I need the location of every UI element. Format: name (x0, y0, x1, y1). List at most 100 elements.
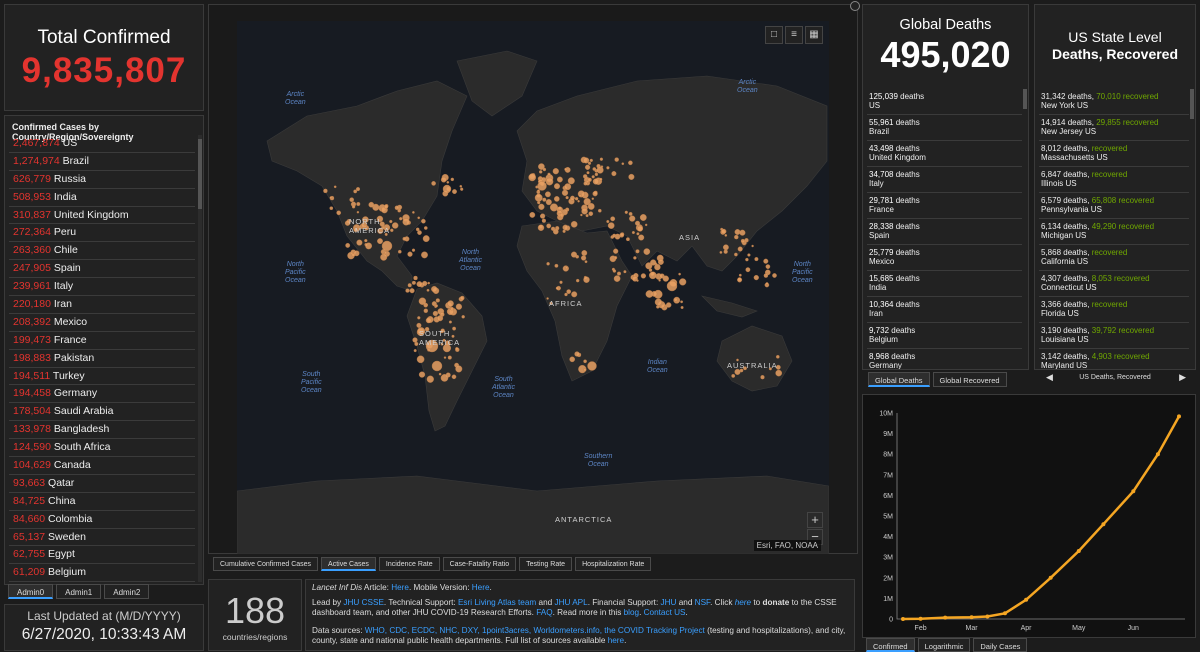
case-bubble[interactable] (426, 288, 430, 292)
case-bubble[interactable] (592, 178, 600, 185)
case-bubble[interactable] (459, 184, 463, 188)
case-bubble[interactable] (763, 273, 769, 278)
case-bubble[interactable] (585, 214, 589, 218)
data-point[interactable] (1155, 452, 1160, 457)
list-item[interactable]: 239,961 Italy (9, 278, 195, 297)
case-bubble[interactable] (565, 196, 569, 200)
case-bubble[interactable] (417, 230, 422, 235)
case-bubble[interactable] (417, 216, 420, 220)
case-bubble[interactable] (657, 259, 664, 265)
case-bubble[interactable] (448, 320, 452, 324)
case-bubble[interactable] (564, 183, 572, 191)
case-bubble[interactable] (585, 164, 591, 170)
list-item[interactable]: 15,685 deaths India (867, 271, 1022, 297)
case-bubble[interactable] (734, 234, 739, 240)
list-item[interactable]: 247,905 Spain (9, 260, 195, 279)
list-item[interactable]: 55,961 deaths Brazil (867, 115, 1022, 141)
jhu-apl-link[interactable]: JHU APL (554, 598, 587, 607)
case-bubble[interactable] (612, 269, 617, 273)
tab-case-fatality[interactable]: Case-Fatality Ratio (442, 557, 517, 571)
case-bubble[interactable] (450, 177, 455, 182)
case-bubble[interactable] (447, 355, 452, 360)
case-bubble[interactable] (537, 189, 540, 192)
case-bubble[interactable] (380, 253, 388, 261)
bookmark-icon[interactable]: □ (765, 26, 783, 44)
case-bubble[interactable] (561, 189, 569, 196)
faq-link[interactable]: FAQ (536, 608, 552, 617)
case-bubble[interactable] (654, 263, 661, 271)
list-item[interactable]: 1,274,974 Brazil (9, 153, 195, 171)
case-bubble[interactable] (599, 157, 603, 161)
case-bubble[interactable] (537, 181, 547, 191)
case-bubble[interactable] (744, 238, 749, 243)
case-bubble[interactable] (635, 220, 641, 226)
case-bubble[interactable] (546, 262, 550, 266)
list-item[interactable]: 28,338 deaths Spain (867, 219, 1022, 245)
blog-link[interactable]: blog (624, 608, 639, 617)
mobile-link[interactable]: Here (472, 583, 490, 592)
case-bubble[interactable] (539, 170, 543, 174)
case-bubble[interactable] (542, 197, 547, 202)
list-item[interactable]: 272,364 Peru (9, 224, 195, 243)
us-scrollbar[interactable] (1190, 89, 1194, 119)
case-bubble[interactable] (760, 375, 765, 380)
case-bubble[interactable] (407, 251, 413, 257)
case-bubble[interactable] (417, 316, 421, 320)
case-bubble[interactable] (606, 166, 610, 170)
case-bubble[interactable] (364, 239, 368, 243)
case-bubble[interactable] (554, 183, 561, 190)
case-bubble[interactable] (581, 250, 588, 256)
case-bubble[interactable] (422, 280, 428, 287)
case-bubble[interactable] (544, 191, 551, 198)
list-item[interactable]: 10,364 deaths Iran (867, 297, 1022, 323)
case-bubble[interactable] (435, 298, 440, 303)
case-bubble[interactable] (583, 181, 588, 186)
data-point[interactable] (1024, 597, 1029, 602)
case-bubble[interactable] (591, 175, 595, 179)
case-bubble[interactable] (423, 226, 428, 230)
list-item[interactable]: 208,392 Mexico (9, 314, 195, 332)
case-bubble[interactable] (431, 181, 436, 186)
list-item[interactable]: 310,837 United Kingdom (9, 207, 195, 225)
case-bubble[interactable] (662, 275, 669, 282)
case-bubble[interactable] (643, 248, 651, 255)
case-bubble[interactable] (574, 351, 580, 357)
case-bubble[interactable] (460, 187, 464, 191)
article-link[interactable]: Here (391, 583, 409, 592)
case-bubble[interactable] (547, 172, 551, 176)
case-bubble[interactable] (439, 312, 445, 317)
tab-admin1[interactable]: Admin1 (56, 584, 102, 599)
next-arrow-icon[interactable]: ▶ (1179, 372, 1186, 383)
case-bubble[interactable] (562, 229, 566, 233)
case-bubble[interactable] (323, 188, 328, 194)
case-bubble[interactable] (577, 199, 580, 203)
data-point[interactable] (943, 615, 948, 620)
case-bubble[interactable] (391, 222, 399, 229)
case-bubble[interactable] (455, 303, 463, 310)
case-bubble[interactable] (734, 252, 738, 257)
case-bubble[interactable] (351, 205, 356, 209)
tab-daily-cases[interactable]: Daily Cases (973, 638, 1028, 652)
case-bubble[interactable] (336, 210, 341, 216)
case-bubble[interactable] (381, 240, 393, 252)
case-bubble[interactable] (569, 356, 576, 363)
case-bubble[interactable] (574, 196, 579, 201)
case-bubble[interactable] (576, 278, 580, 283)
case-bubble[interactable] (673, 297, 678, 302)
list-item[interactable]: 34,708 deaths Italy (867, 167, 1022, 193)
case-bubble[interactable] (349, 197, 354, 202)
case-bubble[interactable] (554, 263, 559, 268)
case-bubble[interactable] (633, 256, 637, 260)
case-bubble[interactable] (564, 292, 568, 297)
case-bubble[interactable] (610, 216, 616, 222)
case-bubble[interactable] (613, 248, 619, 254)
case-bubble[interactable] (606, 219, 610, 223)
case-bubble[interactable] (613, 275, 621, 282)
case-bubble[interactable] (455, 347, 459, 351)
list-item[interactable]: 8,968 deaths Germany (867, 349, 1022, 369)
case-bubble[interactable] (571, 291, 578, 298)
case-bubble[interactable] (680, 300, 683, 304)
list-item[interactable]: 3,190 deaths, 39,792 recovered Louisiana … (1039, 323, 1189, 349)
case-bubble[interactable] (611, 171, 617, 177)
case-bubble[interactable] (434, 304, 438, 308)
